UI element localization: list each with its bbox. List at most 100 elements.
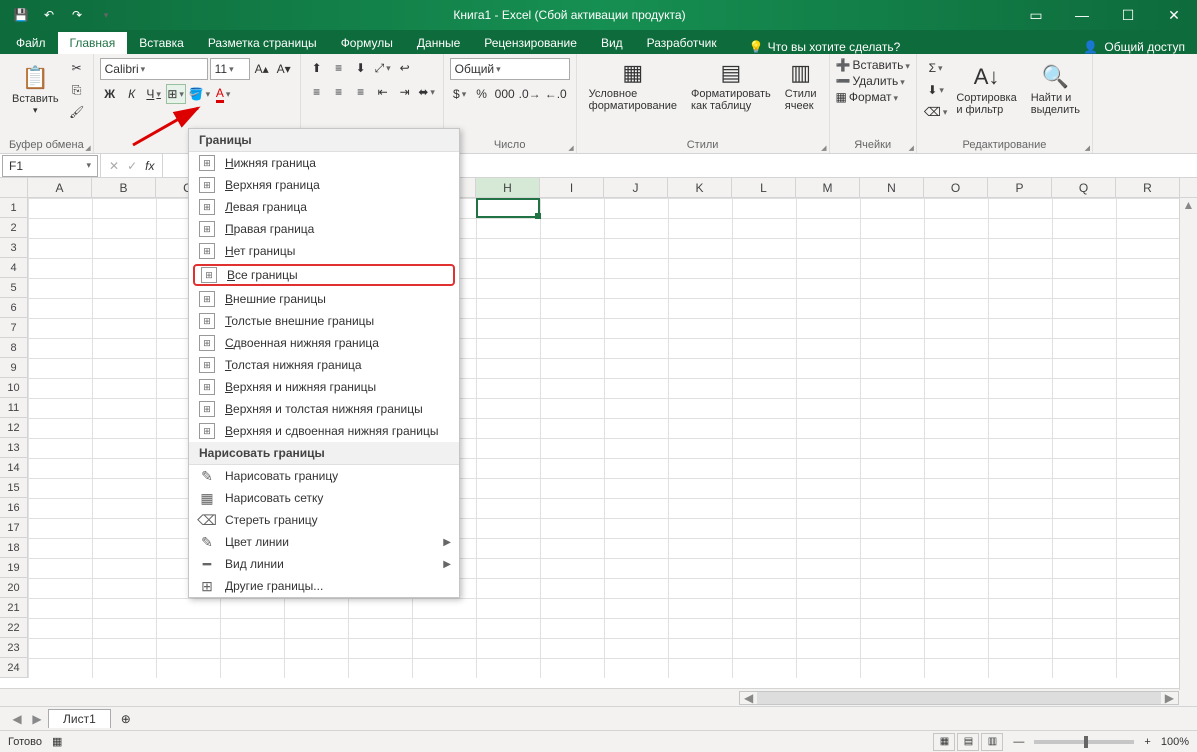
- row-header-21[interactable]: 21: [0, 598, 28, 618]
- vertical-scrollbar[interactable]: ▲: [1179, 198, 1197, 690]
- draw-border-option[interactable]: ━Вид линии▶: [189, 553, 459, 575]
- format-painter-button[interactable]: 🖌: [67, 102, 87, 122]
- row-header-10[interactable]: 10: [0, 378, 28, 398]
- format-cells-button[interactable]: Формат: [849, 90, 898, 104]
- draw-border-option[interactable]: ⌫Стереть границу: [189, 509, 459, 531]
- wrap-text-button[interactable]: ↩: [395, 58, 415, 78]
- border-option[interactable]: ⊞Нет границы: [189, 240, 459, 262]
- tab-developer[interactable]: Разработчик: [635, 32, 729, 54]
- border-option[interactable]: ⊞Верхняя и нижняя границы: [189, 376, 459, 398]
- align-top-button[interactable]: ⬆: [307, 58, 327, 78]
- align-bottom-button[interactable]: ⬇: [351, 58, 371, 78]
- increase-font-button[interactable]: A▴: [252, 59, 272, 79]
- col-header-O[interactable]: O: [924, 178, 988, 197]
- zoom-in-button[interactable]: +: [1144, 736, 1150, 748]
- autosum-button[interactable]: Σ: [923, 58, 949, 78]
- border-option[interactable]: ⊞Толстые внешние границы: [189, 310, 459, 332]
- row-header-23[interactable]: 23: [0, 638, 28, 658]
- draw-border-option[interactable]: ✎Нарисовать границу: [189, 465, 459, 487]
- tab-home[interactable]: Главная: [58, 32, 128, 54]
- accounting-button[interactable]: $: [450, 84, 470, 104]
- row-header-20[interactable]: 20: [0, 578, 28, 598]
- page-break-view-button[interactable]: ▥: [981, 733, 1003, 751]
- undo-button[interactable]: ↶: [36, 2, 62, 28]
- row-header-9[interactable]: 9: [0, 358, 28, 378]
- row-header-5[interactable]: 5: [0, 278, 28, 298]
- sheet-nav-prev[interactable]: ◀: [8, 712, 26, 726]
- border-option[interactable]: ⊞Сдвоенная нижняя граница: [189, 332, 459, 354]
- normal-view-button[interactable]: ▦: [933, 733, 955, 751]
- new-sheet-button[interactable]: ⊕: [113, 710, 139, 728]
- worksheet-grid[interactable]: 123456789101112131415161718192021222324: [0, 198, 1197, 678]
- close-button[interactable]: ✕: [1151, 0, 1197, 30]
- sort-filter-button[interactable]: A↓Сортировка и фильтр: [950, 58, 1022, 122]
- tab-insert[interactable]: Вставка: [127, 32, 196, 54]
- paste-button[interactable]: 📋Вставить▾: [6, 58, 65, 122]
- align-right-button[interactable]: ≡: [351, 82, 371, 102]
- horizontal-scrollbar[interactable]: ◀▶: [0, 688, 1197, 706]
- page-layout-view-button[interactable]: ▤: [957, 733, 979, 751]
- zoom-out-button[interactable]: —: [1013, 736, 1024, 748]
- decrease-decimal-button[interactable]: ←.0: [544, 84, 568, 104]
- font-name-combo[interactable]: Calibri: [100, 58, 208, 80]
- cancel-formula-button[interactable]: ✕: [109, 159, 119, 173]
- underline-button[interactable]: Ч: [144, 84, 164, 104]
- row-header-13[interactable]: 13: [0, 438, 28, 458]
- row-header-4[interactable]: 4: [0, 258, 28, 278]
- decrease-indent-button[interactable]: ⇤: [373, 82, 393, 102]
- copy-button[interactable]: ⎘: [67, 80, 87, 100]
- clear-button[interactable]: ⌫: [923, 102, 949, 122]
- number-format-combo[interactable]: Общий: [450, 58, 570, 80]
- orientation-button[interactable]: ⤢: [373, 58, 393, 78]
- row-header-12[interactable]: 12: [0, 418, 28, 438]
- bold-button[interactable]: Ж: [100, 84, 120, 104]
- italic-button[interactable]: К: [122, 84, 142, 104]
- row-header-1[interactable]: 1: [0, 198, 28, 218]
- merge-button[interactable]: ⬌: [417, 82, 437, 102]
- row-header-24[interactable]: 24: [0, 658, 28, 678]
- col-header-A[interactable]: A: [28, 178, 92, 197]
- cut-button[interactable]: ✂: [67, 58, 87, 78]
- tab-page-layout[interactable]: Разметка страницы: [196, 32, 329, 54]
- row-header-18[interactable]: 18: [0, 538, 28, 558]
- col-header-L[interactable]: L: [732, 178, 796, 197]
- align-left-button[interactable]: ≡: [307, 82, 327, 102]
- cell-styles-button[interactable]: ▥Стили ячеек: [779, 58, 823, 114]
- save-button[interactable]: 💾: [8, 2, 34, 28]
- row-header-2[interactable]: 2: [0, 218, 28, 238]
- row-header-8[interactable]: 8: [0, 338, 28, 358]
- align-middle-button[interactable]: ≡: [329, 58, 349, 78]
- col-header-Q[interactable]: Q: [1052, 178, 1116, 197]
- col-header-J[interactable]: J: [604, 178, 668, 197]
- increase-indent-button[interactable]: ⇥: [395, 82, 415, 102]
- maximize-button[interactable]: ☐: [1105, 0, 1151, 30]
- col-header-K[interactable]: K: [668, 178, 732, 197]
- border-option[interactable]: ⊞Толстая нижняя граница: [189, 354, 459, 376]
- row-header-15[interactable]: 15: [0, 478, 28, 498]
- format-as-table-button[interactable]: ▤Форматировать как таблицу: [685, 58, 777, 114]
- row-header-3[interactable]: 3: [0, 238, 28, 258]
- comma-button[interactable]: 000: [494, 84, 516, 104]
- qat-customize[interactable]: [92, 2, 118, 28]
- row-header-16[interactable]: 16: [0, 498, 28, 518]
- percent-button[interactable]: %: [472, 84, 492, 104]
- border-option[interactable]: ⊞Все границы: [193, 264, 455, 286]
- font-color-button[interactable]: A: [213, 84, 233, 104]
- border-option[interactable]: ⊞Нижняя граница: [189, 152, 459, 174]
- border-option[interactable]: ⊞Внешние границы: [189, 288, 459, 310]
- select-all-corner[interactable]: [0, 178, 28, 197]
- draw-border-option[interactable]: ▦Нарисовать сетку: [189, 487, 459, 509]
- row-header-11[interactable]: 11: [0, 398, 28, 418]
- delete-cells-button[interactable]: Удалить: [852, 74, 904, 88]
- insert-cells-button[interactable]: Вставить: [852, 58, 909, 72]
- tell-me[interactable]: 💡Что вы хотите сделать?: [749, 40, 901, 54]
- fill-button[interactable]: ⬇: [923, 80, 949, 100]
- zoom-value[interactable]: 100%: [1161, 736, 1189, 748]
- tab-data[interactable]: Данные: [405, 32, 472, 54]
- conditional-formatting-button[interactable]: ▦Условное форматирование: [583, 58, 683, 114]
- row-header-22[interactable]: 22: [0, 618, 28, 638]
- tab-review[interactable]: Рецензирование: [472, 32, 589, 54]
- border-option[interactable]: ⊞Верхняя и сдвоенная нижняя границы: [189, 420, 459, 442]
- col-header-M[interactable]: M: [796, 178, 860, 197]
- tab-view[interactable]: Вид: [589, 32, 635, 54]
